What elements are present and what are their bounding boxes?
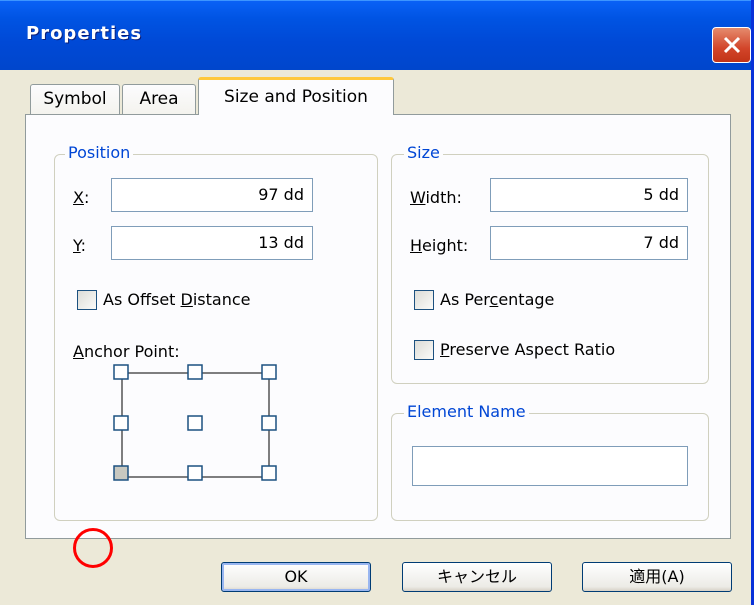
x-input[interactable]: 97 dd <box>111 178 313 212</box>
preserve-aspect-ratio-checkbox[interactable]: Preserve Aspect Ratio <box>414 340 674 362</box>
as-offset-distance-box[interactable] <box>77 290 97 310</box>
height-input[interactable]: 7 dd <box>490 226 688 260</box>
as-percentage-label: As Percentage <box>440 290 555 309</box>
window-title: Properties <box>26 23 143 44</box>
apply-button[interactable]: 適用(A) <box>582 562 732 592</box>
size-group: Size Width: 5 dd Height: 7 dd As Percent… <box>391 143 709 384</box>
preserve-aspect-ratio-box[interactable] <box>414 340 434 360</box>
as-offset-distance-checkbox[interactable]: As Offset Distance <box>77 290 317 312</box>
element-name-group: Element Name <box>391 402 709 521</box>
cancel-button[interactable]: キャンセル <box>402 562 552 592</box>
close-button[interactable] <box>712 27 751 63</box>
anchor-bottom-center[interactable] <box>187 465 203 481</box>
anchor-middle-left[interactable] <box>113 415 129 431</box>
height-label: Height: <box>410 236 469 255</box>
anchor-point-label: Anchor Point: <box>73 342 180 361</box>
tab-panel-size-and-position: Position X: 97 dd Y: 13 dd As Offset Dis… <box>25 114 731 539</box>
tab-area[interactable]: Area <box>122 84 196 114</box>
tab-symbol-label: Symbol <box>43 89 107 109</box>
anchor-top-right[interactable] <box>261 364 277 380</box>
anchor-center[interactable] <box>187 415 203 431</box>
anchor-middle-right[interactable] <box>261 415 277 431</box>
element-name-group-label: Element Name <box>404 402 529 421</box>
anchor-bottom-left[interactable] <box>113 465 129 481</box>
as-percentage-checkbox[interactable]: As Percentage <box>414 290 674 312</box>
anchor-point-grid[interactable] <box>110 361 280 491</box>
as-percentage-box[interactable] <box>414 290 434 310</box>
anchor-top-left[interactable] <box>113 364 129 380</box>
y-label: Y: <box>73 236 87 255</box>
element-name-input[interactable] <box>412 446 688 486</box>
tab-size-and-position[interactable]: Size and Position <box>198 77 394 115</box>
close-icon <box>723 36 741 54</box>
anchor-bottom-right[interactable] <box>261 465 277 481</box>
ok-button[interactable]: OK <box>221 562 371 592</box>
as-offset-distance-label: As Offset Distance <box>103 290 251 309</box>
properties-dialog: Properties Symbol Area Size and Position… <box>0 0 754 605</box>
anchor-handles <box>113 364 277 481</box>
y-input[interactable]: 13 dd <box>111 226 313 260</box>
width-input[interactable]: 5 dd <box>490 178 688 212</box>
preserve-aspect-ratio-label: Preserve Aspect Ratio <box>440 340 616 359</box>
anchor-top-center[interactable] <box>187 364 203 380</box>
x-label: X: <box>73 188 90 207</box>
tab-size-and-position-label: Size and Position <box>224 87 368 107</box>
tab-symbol[interactable]: Symbol <box>30 84 120 114</box>
title-bar[interactable]: Properties <box>0 0 751 70</box>
width-label: Width: <box>410 188 462 207</box>
highlight-circle-marker <box>73 528 113 568</box>
size-group-label: Size <box>404 143 443 162</box>
position-group-label: Position <box>65 143 134 162</box>
tab-area-label: Area <box>139 89 179 109</box>
